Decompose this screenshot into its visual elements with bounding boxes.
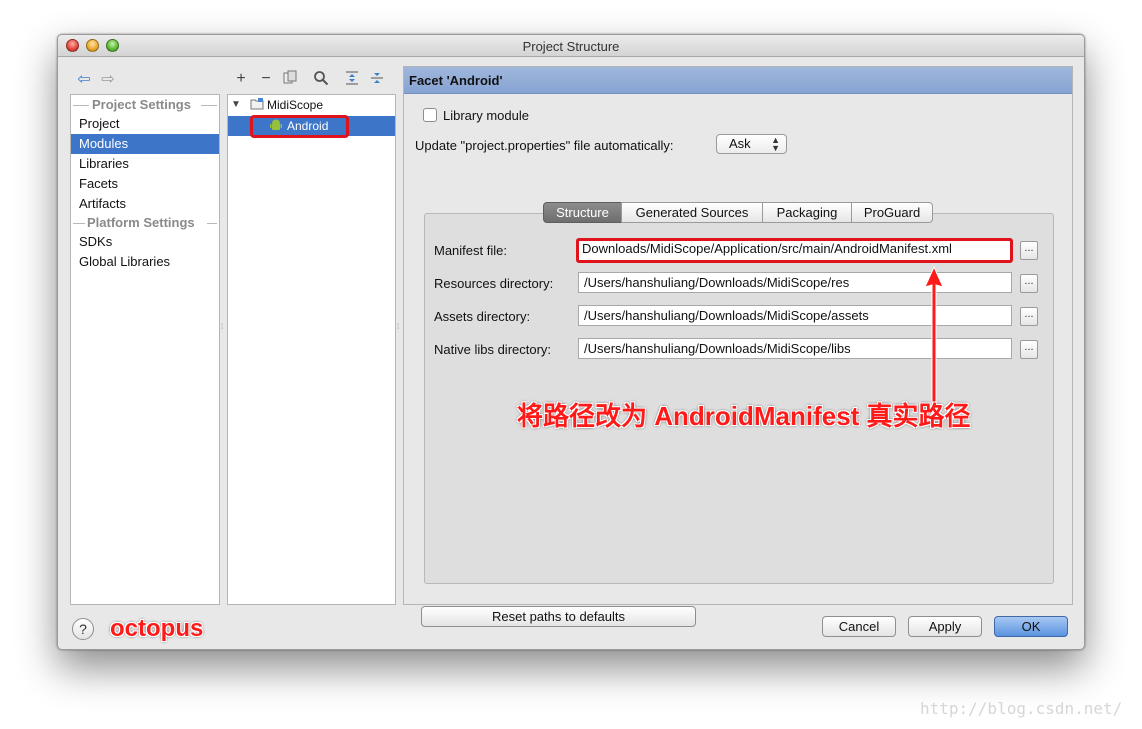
project-structure-window: Project Structure ⇦ ⇨ + − Project Settin… (57, 34, 1085, 650)
facet-settings-panel: Facet 'Android' Library module Update "p… (403, 66, 1073, 627)
tab-structure[interactable]: Structure (543, 202, 622, 223)
sidebar-item-modules[interactable]: Modules (71, 134, 219, 154)
sidebar-item-global-libraries[interactable]: Global Libraries (71, 252, 219, 272)
project-settings-header: Project Settings (71, 97, 219, 113)
expand-triangle-icon[interactable]: ▼ (231, 95, 241, 115)
apply-button[interactable]: Apply (908, 616, 982, 637)
ok-button[interactable]: OK (994, 616, 1068, 637)
settings-navigation: Project Settings Project Modules Librari… (70, 94, 220, 605)
add-icon[interactable]: + (232, 70, 250, 88)
manifest-file-label: Manifest file: (434, 243, 507, 258)
android-icon (269, 116, 283, 136)
native-libs-directory-label: Native libs directory: (434, 342, 552, 357)
copy-icon[interactable] (281, 70, 299, 88)
sidebar-item-artifacts[interactable]: Artifacts (71, 194, 219, 214)
tree-item-midiscope[interactable]: MidiScope (267, 95, 323, 115)
reset-paths-button[interactable]: Reset paths to defaults (421, 606, 696, 627)
forward-arrow-icon[interactable]: ⇨ (100, 72, 116, 88)
annotation-arrow-icon (924, 265, 944, 412)
help-button[interactable]: ? (72, 618, 94, 640)
tab-generated-sources[interactable]: Generated Sources (621, 202, 763, 223)
splitter-handle[interactable]: ⁞ (397, 323, 401, 337)
annotation-text: 将路径改为 AndroidManifest 真实路径 (517, 401, 971, 431)
sidebar-item-libraries[interactable]: Libraries (71, 154, 219, 174)
module-tree: ▼ MidiScope Android (227, 94, 396, 605)
expand-all-icon[interactable] (343, 70, 361, 88)
watermark: http://blog.csdn.net/ (920, 699, 1123, 718)
find-icon[interactable] (312, 70, 330, 88)
assets-browse-button[interactable]: ... (1020, 307, 1038, 326)
manifest-file-field[interactable]: Downloads/MidiScope/Application/src/main… (576, 238, 1013, 263)
sidebar-item-project[interactable]: Project (71, 114, 219, 134)
remove-icon[interactable]: − (257, 70, 275, 88)
update-mode-select[interactable]: Ask ▲ ▼ (716, 134, 787, 154)
tab-packaging[interactable]: Packaging (762, 202, 852, 223)
facet-header: Facet 'Android' (404, 67, 1072, 94)
tree-item-android[interactable]: Android (287, 116, 328, 136)
cancel-button[interactable]: Cancel (822, 616, 896, 637)
resources-browse-button[interactable]: ... (1020, 274, 1038, 293)
sidebar-item-sdks[interactable]: SDKs (71, 232, 219, 252)
collapse-all-icon[interactable] (368, 70, 386, 88)
library-module-checkbox[interactable] (423, 108, 437, 122)
splitter-handle[interactable]: ⁞ (221, 323, 225, 337)
assets-directory-label: Assets directory: (434, 309, 531, 324)
folder-icon (250, 95, 264, 115)
tab-proguard[interactable]: ProGuard (851, 202, 933, 223)
back-arrow-icon[interactable]: ⇦ (76, 72, 92, 88)
library-module-label: Library module (443, 108, 529, 123)
manifest-browse-button[interactable]: ... (1020, 241, 1038, 260)
author-signature: octopus (110, 615, 204, 642)
native-libs-browse-button[interactable]: ... (1020, 340, 1038, 359)
update-properties-label: Update "project.properties" file automat… (415, 138, 674, 153)
title-bar: Project Structure (58, 35, 1084, 57)
resources-directory-label: Resources directory: (434, 276, 554, 291)
platform-settings-header: Platform Settings (71, 215, 219, 231)
window-title: Project Structure (522, 39, 620, 54)
sidebar-item-facets[interactable]: Facets (71, 174, 219, 194)
